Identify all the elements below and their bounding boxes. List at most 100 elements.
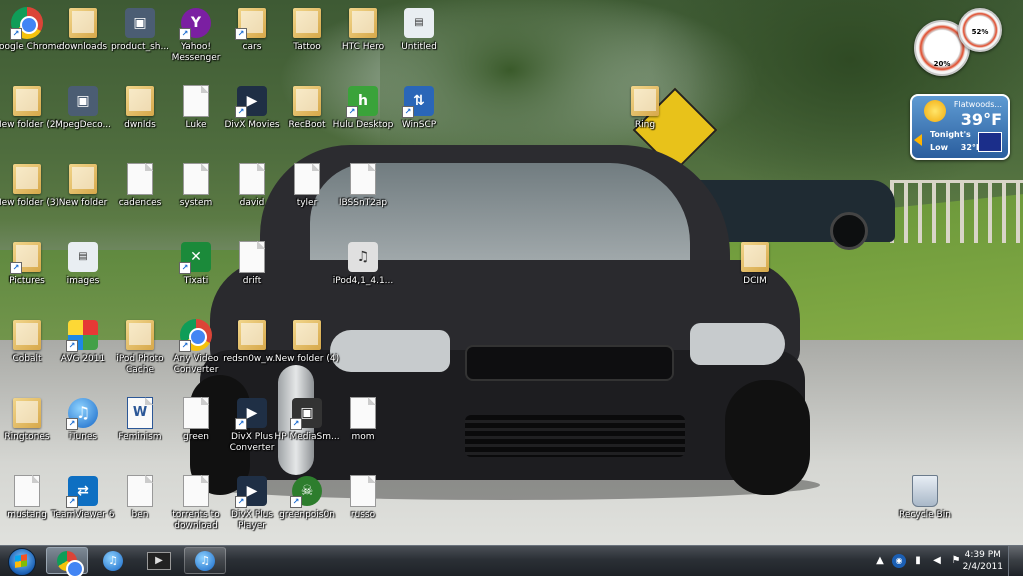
desktop-icon[interactable]: drift bbox=[217, 240, 287, 287]
weather-previous-arrow-icon[interactable] bbox=[914, 134, 922, 146]
desktop-icon-label: images bbox=[66, 276, 100, 286]
document-icon bbox=[123, 162, 157, 196]
shortcut-arrow-icon: ↗ bbox=[235, 28, 247, 40]
teamviewer-icon: ⇄ ↗ bbox=[66, 474, 100, 508]
desktop-icon-label: DCIM bbox=[743, 276, 767, 286]
folder-icon bbox=[738, 240, 772, 274]
shortcut-arrow-icon: ↗ bbox=[66, 418, 78, 430]
clock-time: 4:39 PM bbox=[964, 550, 1001, 560]
clock-date: 2/4/2011 bbox=[962, 562, 1003, 572]
desktop-icon[interactable]: ♫ iPod4,1_4.1... bbox=[328, 240, 398, 287]
folder-icon bbox=[10, 84, 44, 118]
show-hidden-icons-icon[interactable]: ▲ bbox=[873, 554, 887, 568]
itunes-icon: ♫ ↗ bbox=[66, 396, 100, 430]
desktop-icon[interactable]: IBSSnT2ap bbox=[328, 162, 398, 209]
folder-icon: ↗ bbox=[235, 6, 269, 40]
media-icon: ▶ bbox=[147, 551, 171, 570]
desktop-icon[interactable]: New folder (4) bbox=[272, 318, 342, 365]
folder-icon bbox=[123, 84, 157, 118]
folder-icon bbox=[66, 162, 100, 196]
shortcut-arrow-icon: ↗ bbox=[66, 340, 78, 352]
shortcut-arrow-icon: ↗ bbox=[179, 262, 191, 274]
itunes-taskbar-button[interactable]: ♫ bbox=[92, 547, 134, 574]
taskbar-clock[interactable]: 4:39 PM 2/4/2011 bbox=[963, 549, 1003, 573]
document-icon bbox=[346, 474, 380, 508]
desktop-icon[interactable]: DCIM bbox=[720, 240, 790, 287]
weather-low-label: Low bbox=[930, 143, 948, 152]
document-icon bbox=[10, 474, 44, 508]
network-icon[interactable]: ◉ bbox=[892, 554, 906, 568]
app-icon: ▣ bbox=[66, 84, 100, 118]
folder-icon bbox=[10, 162, 44, 196]
folder-icon bbox=[290, 6, 324, 40]
weather-city: Flatwoods... bbox=[953, 100, 1002, 109]
desktop-icon[interactable]: mom bbox=[328, 396, 398, 443]
volume-icon[interactable]: ◀ bbox=[930, 554, 944, 568]
desktop-icon-label: russo bbox=[350, 510, 376, 520]
shortcut-arrow-icon: ↗ bbox=[10, 262, 22, 274]
pictures-folder-icon: ↗ bbox=[10, 240, 44, 274]
taskbar: ♫ ▶ ♫ ▲ ◉ ▮ ◀ ⚑ 4:39 PM 2/4/2011 bbox=[0, 545, 1023, 578]
system-tray: ▲ ◉ ▮ ◀ ⚑ bbox=[873, 546, 963, 576]
hulu-icon: h ↗ bbox=[346, 84, 380, 118]
document-icon bbox=[235, 240, 269, 274]
start-button[interactable] bbox=[2, 546, 40, 576]
folder-icon bbox=[290, 84, 324, 118]
any-video-converter-icon: ↗ bbox=[179, 318, 213, 352]
desktop-icon[interactable]: ⇅ ↗ WinSCP bbox=[384, 84, 454, 131]
desktop-icon-label: Recycle Bin bbox=[899, 510, 951, 520]
winscp-icon: ⇅ ↗ bbox=[402, 84, 436, 118]
desktop-icon-label: Ring bbox=[634, 120, 656, 130]
itunes-icon: ♫ bbox=[195, 550, 215, 571]
folder-icon bbox=[66, 6, 100, 40]
sun-icon bbox=[924, 100, 946, 122]
word-document-icon: W bbox=[123, 396, 157, 430]
shortcut-arrow-icon: ↗ bbox=[10, 28, 22, 40]
folder-icon bbox=[10, 318, 44, 352]
app-icon: ▣ bbox=[123, 6, 157, 40]
document-icon bbox=[179, 474, 213, 508]
greenpois0n-icon: ☠ ↗ bbox=[290, 474, 324, 508]
shortcut-arrow-icon: ↗ bbox=[402, 106, 414, 118]
weather-low: Low 32°F bbox=[930, 143, 981, 152]
memory-meter-gadget[interactable]: 52% bbox=[958, 8, 1002, 52]
chrome-taskbar-button[interactable] bbox=[46, 547, 88, 578]
document-icon bbox=[179, 396, 213, 430]
media-center-taskbar-button[interactable]: ▶ bbox=[138, 547, 180, 574]
ipod-firmware-icon: ♫ bbox=[346, 240, 380, 274]
yahoo-messenger-icon: Y ↗ bbox=[179, 6, 213, 40]
chrome-icon: ↗ bbox=[10, 6, 44, 40]
desktop-icon[interactable]: ▤ Untitled bbox=[384, 6, 454, 53]
weather-gadget[interactable]: Flatwoods... 39°F Tonight's Low 32°F bbox=[910, 94, 1010, 160]
desktop-icon[interactable]: ▤ images bbox=[48, 240, 118, 287]
folder-icon bbox=[123, 318, 157, 352]
document-icon bbox=[123, 474, 157, 508]
desktop-icon-label: IBSSnT2ap bbox=[338, 198, 388, 208]
desktop-icon-label: iPod4,1_4.1... bbox=[332, 276, 394, 286]
weather-temperature: 39°F bbox=[960, 110, 1002, 129]
image-icon: ▤ bbox=[66, 240, 100, 274]
itunes-window-taskbar-button[interactable]: ♫ bbox=[184, 547, 226, 574]
shortcut-arrow-icon: ↗ bbox=[235, 106, 247, 118]
desktop-icon-label: Untitled bbox=[401, 42, 437, 52]
divx-movies-icon: ▶ ↗ bbox=[235, 84, 269, 118]
wifi-icon[interactable]: ▮ bbox=[911, 554, 925, 568]
shortcut-arrow-icon: ↗ bbox=[179, 340, 191, 352]
avg-icon: ↗ bbox=[66, 318, 100, 352]
weather-channel-logo-icon bbox=[978, 132, 1002, 152]
weather-tonight-label: Tonight's bbox=[930, 130, 971, 139]
desktop[interactable]: ↗Google Chromedownloads▣product_sh...Y↗Y… bbox=[0, 0, 1023, 545]
desktop-icon[interactable]: Recycle Bin bbox=[890, 474, 960, 521]
flag-icon[interactable]: ⚑ bbox=[949, 554, 963, 568]
folder-icon bbox=[235, 318, 269, 352]
itunes-icon: ♫ bbox=[103, 550, 123, 571]
divx-converter-icon: ▶ ↗ bbox=[235, 396, 269, 430]
chrome-icon bbox=[57, 550, 84, 578]
desktop-icon[interactable]: Ring bbox=[610, 84, 680, 131]
show-desktop-button[interactable] bbox=[1008, 546, 1023, 576]
document-icon bbox=[179, 84, 213, 118]
folder-icon bbox=[290, 318, 324, 352]
hp-mediasmart-icon: ▣ ↗ bbox=[290, 396, 324, 430]
document-icon bbox=[235, 162, 269, 196]
desktop-icon[interactable]: russo bbox=[328, 474, 398, 521]
